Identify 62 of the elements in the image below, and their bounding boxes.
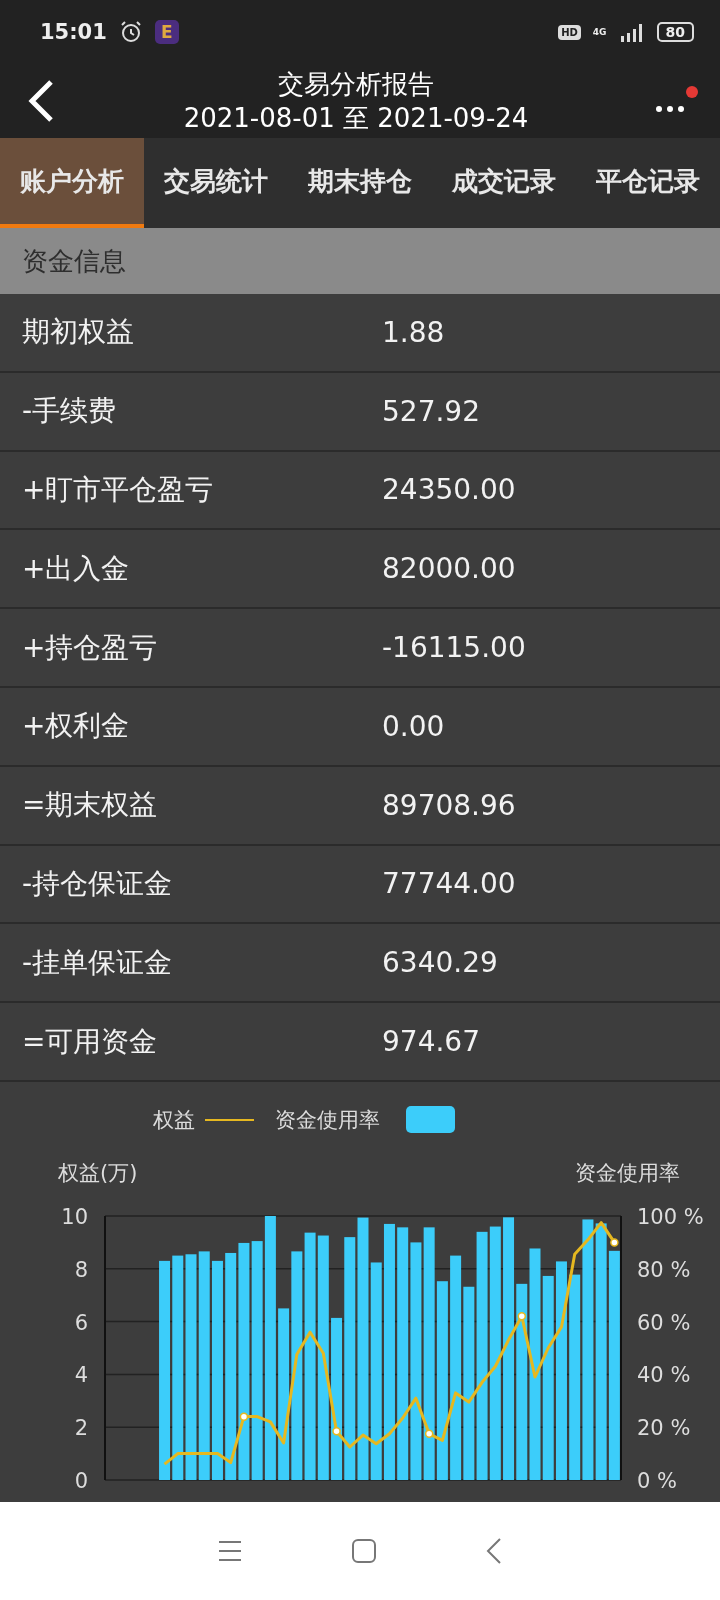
date-range: 2021-08-01 至 2021-09-24 (183, 102, 529, 135)
row-label: +持仓盈亏 (22, 629, 159, 666)
menu-button[interactable] (218, 1540, 242, 1562)
network-label: 4G (592, 27, 607, 37)
legend-swatch (406, 1105, 455, 1133)
row-value: -16115.00 (382, 631, 527, 665)
row-label: +权利金 (22, 708, 131, 745)
data-point (239, 1412, 249, 1421)
axis-tick-label: 0 % (637, 1468, 677, 1493)
home-button[interactable] (352, 1539, 376, 1563)
hd-label: HD (558, 24, 581, 40)
app-badge: E (154, 20, 179, 44)
axis-tick-label: 80 % (637, 1257, 691, 1282)
status-time: 15:01 (40, 20, 107, 44)
row-value: 1.88 (382, 315, 446, 349)
axis-tick-label: 60 % (637, 1310, 691, 1335)
axis-tick-label: 100 % (637, 1204, 704, 1229)
axis-tick-label: 40 % (637, 1363, 691, 1388)
row-value: 0.00 (382, 709, 446, 743)
page-title: 交易分析报告 (278, 68, 434, 101)
row-value: 6340.29 (382, 946, 499, 980)
tab[interactable]: 成交记录 (432, 138, 576, 228)
row-value: 527.92 (382, 394, 481, 428)
axis-tick-label: 6 (74, 1310, 88, 1335)
row-value: 77744.00 (382, 867, 517, 901)
axis-tick-label: 20 % (637, 1416, 691, 1441)
row-label: -挂单保证金 (22, 944, 174, 981)
axis-title: 资金使用率 (575, 1160, 680, 1185)
back-icon (26, 79, 56, 123)
signal-icon (618, 22, 645, 42)
row-value: 974.67 (382, 1025, 481, 1059)
row-value: 24350.00 (382, 473, 517, 507)
tab[interactable]: 平仓记录 (576, 138, 720, 228)
data-point (610, 1238, 619, 1247)
battery-level: 80 (656, 22, 694, 42)
axis-title: 权益(万) (58, 1160, 138, 1185)
axis-tick-label: 10 (61, 1204, 88, 1229)
legend-label: 资金使用率 (275, 1107, 380, 1132)
row-label: -手续费 (22, 393, 118, 430)
legend-label: 权益 (153, 1107, 195, 1132)
row-label: +出入金 (22, 550, 131, 587)
axis-tick-label: 2 (74, 1416, 88, 1441)
row-label: =期末权益 (22, 787, 159, 824)
section-title: 资金信息 (22, 244, 126, 278)
legend-line (204, 1118, 255, 1121)
axis-tick-label: 0 (74, 1468, 88, 1493)
data-point (424, 1429, 434, 1438)
tab[interactable]: 账户分析 (0, 138, 144, 228)
more-icon (656, 106, 684, 112)
tab[interactable]: 期末持仓 (288, 138, 432, 228)
data-point (332, 1426, 341, 1436)
row-label: -持仓保证金 (22, 865, 174, 902)
row-label: +盯市平仓盈亏 (22, 472, 215, 508)
data-point (517, 1312, 526, 1321)
tab[interactable]: 交易统计 (144, 138, 288, 228)
back-nav-button[interactable] (486, 1538, 502, 1564)
axis-tick-label: 8 (74, 1257, 88, 1282)
row-label: 期初权益 (22, 314, 135, 351)
row-value: 82000.00 (382, 552, 517, 586)
row-label: =可用资金 (22, 1023, 159, 1060)
row-value: 89708.96 (382, 788, 517, 822)
axis-tick-label: 4 (74, 1363, 88, 1388)
